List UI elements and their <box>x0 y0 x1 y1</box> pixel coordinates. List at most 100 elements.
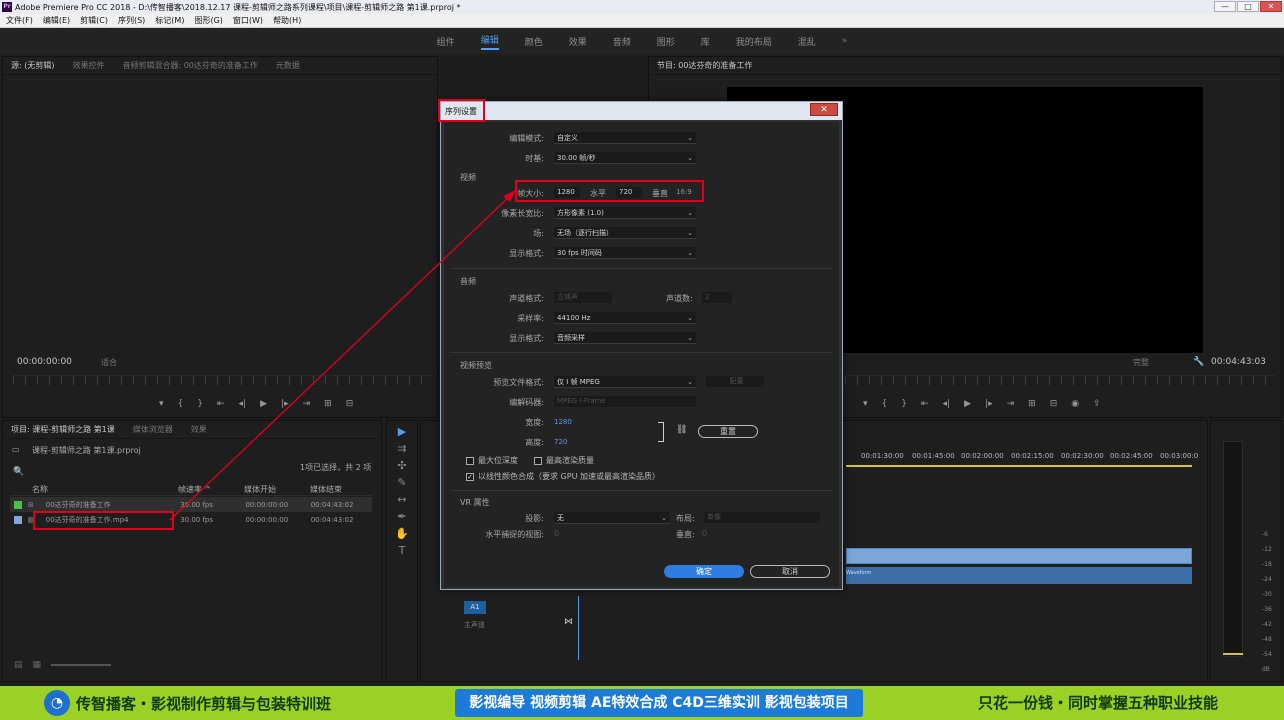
menu-window[interactable]: 窗口(W) <box>233 15 263 26</box>
wrench-icon[interactable]: 🔧 <box>1193 357 1204 367</box>
workspace-color[interactable]: 颜色 <box>525 35 543 48</box>
menu-edit[interactable]: 编辑(E) <box>43 15 70 26</box>
search-icon[interactable]: 🔍 <box>13 467 24 477</box>
go-to-in-icon[interactable]: ⇤ <box>921 399 929 409</box>
menu-help[interactable]: 帮助(H) <box>273 15 301 26</box>
menu-graphics[interactable]: 图形(G) <box>194 15 222 26</box>
workspace-overflow-icon[interactable]: » <box>842 36 848 46</box>
menu-marker[interactable]: 标记(M) <box>155 15 184 26</box>
camera-icon[interactable]: ◉ <box>1071 399 1079 409</box>
preview-height-value[interactable]: 720 <box>554 438 567 446</box>
minimize-button[interactable]: — <box>1214 1 1236 12</box>
zoom-slider[interactable] <box>51 664 112 666</box>
source-fit-dropdown[interactable]: 适合 <box>101 357 117 368</box>
audio-clip-waveform[interactable] <box>846 578 1192 584</box>
source-timecode[interactable]: 00:00:00:00 <box>17 357 72 367</box>
column-frame-rate[interactable]: 帧速率 ^ <box>178 484 244 495</box>
out-point-icon[interactable]: } <box>197 399 203 409</box>
tab-media-browser[interactable]: 媒体浏览器 <box>133 424 173 435</box>
audio-display-select[interactable]: 音频采样 ⌄ <box>554 332 696 344</box>
type-icon[interactable]: T <box>387 544 417 557</box>
source-time-ruler[interactable] <box>13 375 433 385</box>
video-clip[interactable] <box>846 548 1192 564</box>
linear-color-checkbox[interactable]: ✓ 以线性颜色合成（要求 GPU 加速或最高渲染品质） <box>466 471 660 482</box>
preview-width-value[interactable]: 1280 <box>554 418 572 426</box>
workspace-graphics[interactable]: 图形 <box>657 35 675 48</box>
insert-icon[interactable]: ⊞ <box>324 399 332 409</box>
go-to-out-icon[interactable]: ⇥ <box>303 399 311 409</box>
tab-audio-clip-mixer[interactable]: 音频剪辑混合器: 00达芬奇的准备工作 <box>122 60 257 71</box>
workspace-effects[interactable]: 效果 <box>569 35 587 48</box>
pen-icon[interactable]: ✒ <box>387 510 417 523</box>
marker-icon[interactable]: ▾ <box>159 399 164 409</box>
projection-select[interactable]: 无 ⌄ <box>554 512 670 524</box>
workspace-assembly[interactable]: 组件 <box>437 35 455 48</box>
slip-icon[interactable]: ↔ <box>387 493 417 506</box>
lift-icon[interactable]: ⊞ <box>1028 399 1036 409</box>
chain-link-icon[interactable]: ⛓ <box>676 425 687 435</box>
program-time-ruler[interactable] <box>845 375 1275 385</box>
work-area-bar[interactable] <box>846 465 1192 467</box>
maximize-button[interactable]: □ <box>1237 1 1259 12</box>
reset-button[interactable]: 重置 <box>698 425 758 438</box>
preview-format-select[interactable]: 仅 I 帧 MPEG ⌄ <box>554 376 696 388</box>
step-back-icon[interactable]: ◂| <box>239 399 247 409</box>
hand-icon[interactable]: ✋ <box>387 527 417 540</box>
tab-effect-controls[interactable]: 效果控件 <box>72 60 104 71</box>
column-media-start[interactable]: 媒体开始 <box>244 484 310 495</box>
timeline-playhead[interactable] <box>578 596 579 660</box>
cancel-button[interactable]: 取消 <box>750 565 830 578</box>
track-a1-label[interactable]: A1 <box>464 601 486 614</box>
step-back-icon[interactable]: ◂| <box>943 399 951 409</box>
tab-program[interactable]: 节目: 00达芬奇的准备工作 <box>657 60 752 71</box>
icon-view-icon[interactable]: ▦ <box>33 660 42 670</box>
sample-rate-select[interactable]: 44100 Hz ⌄ <box>554 312 696 324</box>
tab-project[interactable]: 项目: 课程-剪辑师之路 第1课 <box>11 424 115 435</box>
list-view-icon[interactable]: ▤ <box>14 660 23 670</box>
close-window-button[interactable]: ✕ <box>1260 1 1282 12</box>
selection-tool-icon[interactable]: ▶ <box>387 425 417 438</box>
track-select-icon[interactable]: ⇉ <box>387 442 417 455</box>
program-timecode[interactable]: 00:04:43:03 <box>1211 357 1266 367</box>
workspace-audio[interactable]: 音频 <box>613 35 631 48</box>
column-media-end[interactable]: 媒体结束 <box>310 484 372 495</box>
go-to-in-icon[interactable]: ⇤ <box>217 399 225 409</box>
play-icon[interactable]: ▶ <box>260 399 267 409</box>
dialog-close-button[interactable]: ✕ <box>810 103 838 116</box>
overwrite-icon[interactable]: ⊟ <box>346 399 354 409</box>
tab-effects[interactable]: 效果 <box>191 424 207 435</box>
menu-sequence[interactable]: 序列(S) <box>118 15 145 26</box>
in-point-icon[interactable]: { <box>178 399 184 409</box>
play-icon[interactable]: ▶ <box>964 399 971 409</box>
out-point-icon[interactable]: } <box>901 399 907 409</box>
ok-button[interactable]: 确定 <box>664 565 744 578</box>
max-render-quality-checkbox[interactable]: 最高渲染质量 <box>534 455 594 466</box>
go-to-out-icon[interactable]: ⇥ <box>1007 399 1015 409</box>
workspace-my-layout[interactable]: 我的布局 <box>736 35 772 48</box>
menu-clip[interactable]: 剪辑(C) <box>80 15 108 26</box>
scroll-handle-icon[interactable]: ⋈ <box>564 617 573 627</box>
timebase-select[interactable]: 30.00 帧/秒 ⌄ <box>554 152 696 164</box>
marker-icon[interactable]: ▾ <box>863 399 868 409</box>
export-frame-icon[interactable]: ⇪ <box>1093 399 1101 409</box>
step-forward-icon[interactable]: |▸ <box>985 399 993 409</box>
menu-file[interactable]: 文件(F) <box>6 15 33 26</box>
workspace-mixed[interactable]: 混乱 <box>798 35 816 48</box>
field-select[interactable]: 无场（逐行扫描） ⌄ <box>554 227 696 239</box>
tab-source[interactable]: 源: (无剪辑) <box>11 60 54 71</box>
program-fit-dropdown[interactable]: 完整 <box>1133 357 1149 368</box>
pixel-aspect-select[interactable]: 方形像素 (1.0) ⌄ <box>554 207 696 219</box>
razor-icon[interactable]: ✎ <box>387 476 417 489</box>
extract-icon[interactable]: ⊟ <box>1050 399 1058 409</box>
project-item-row[interactable]: ⊞ 00达芬奇的准备工作 30.00 fps 00:00:00:00 00:04… <box>10 497 372 512</box>
workspace-libraries[interactable]: 库 <box>701 35 710 48</box>
display-format-select[interactable]: 30 fps 时间码 ⌄ <box>554 247 696 259</box>
workspace-editing[interactable]: 编辑 <box>480 33 499 50</box>
step-forward-icon[interactable]: |▸ <box>281 399 289 409</box>
ripple-edit-icon[interactable]: ✣ <box>387 459 417 472</box>
column-name[interactable]: 名称 <box>10 484 178 495</box>
max-bit-depth-checkbox[interactable]: 最大位深度 <box>466 455 518 466</box>
tab-metadata[interactable]: 元数据 <box>276 60 300 71</box>
in-point-icon[interactable]: { <box>882 399 888 409</box>
edit-mode-select[interactable]: 自定义 ⌄ <box>554 132 696 144</box>
